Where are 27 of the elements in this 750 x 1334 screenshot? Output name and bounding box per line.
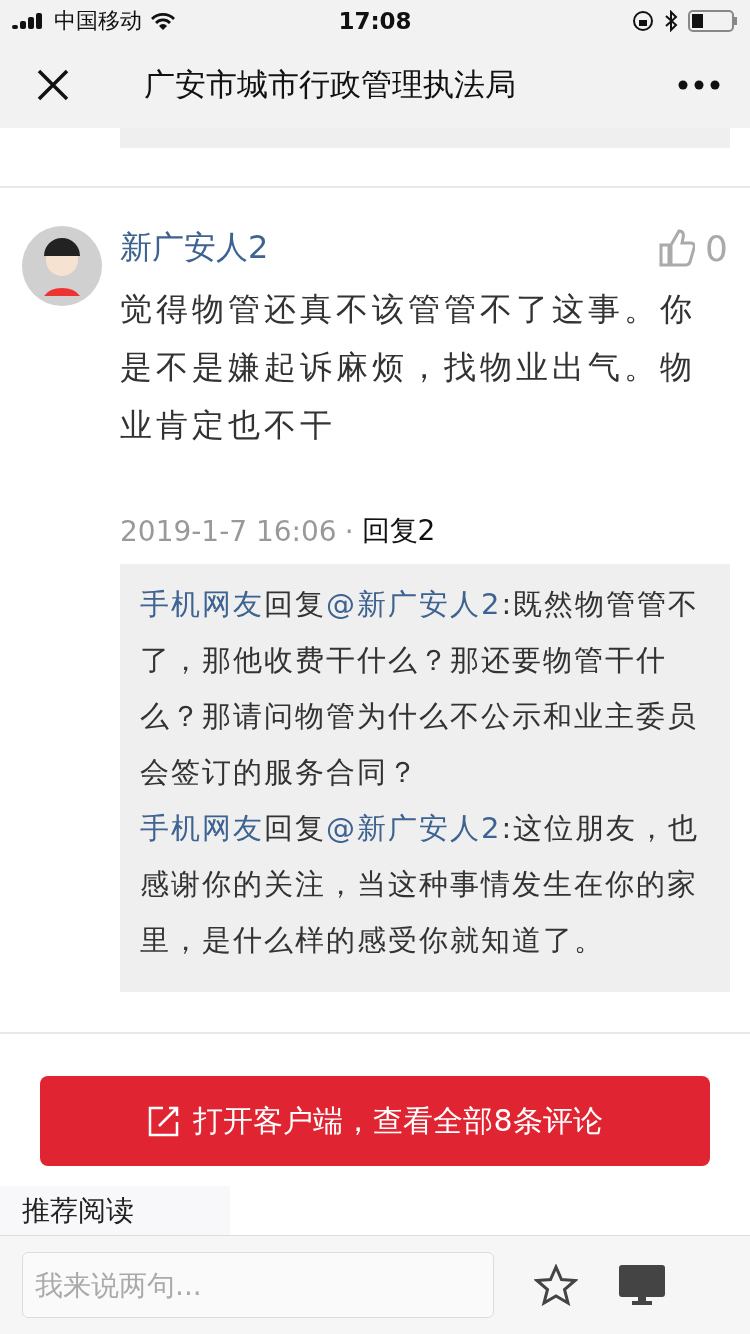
star-button[interactable] <box>534 1264 578 1306</box>
reply-text: 手机网友回复@新广安人2:这位朋友，也感谢你的关注，当这种事情发生在你的家里，是什么样的感受你就知道了。 <box>140 810 701 959</box>
comment-input[interactable]: 我来说两句... <box>22 1252 494 1318</box>
wifi-icon <box>150 11 176 31</box>
more-button[interactable] <box>678 80 720 90</box>
reply-link[interactable]: 回复2 <box>361 512 436 550</box>
clock-time: 17:08 <box>338 8 412 34</box>
page-title: 广安市城市行政管理执法局 <box>144 65 517 104</box>
comment-text: 觉得物管还真不该管管不了这事。你是不是嫌起诉麻烦，找物业出气。物业肯定也不干 <box>120 289 697 446</box>
user-link[interactable]: 手机网友 <box>140 811 264 845</box>
carrier-name: 中国移动 <box>54 7 142 35</box>
desktop-button[interactable] <box>618 1264 666 1306</box>
rotation-lock-icon <box>632 10 654 32</box>
open-app-button[interactable]: 打开客户端，查看全部8条评论 <box>40 1076 710 1166</box>
section-title: 推荐阅读 <box>22 1194 134 1227</box>
battery-icon <box>688 10 738 32</box>
thumbs-up-icon[interactable] <box>659 229 696 267</box>
close-button[interactable] <box>36 68 70 102</box>
user-link[interactable]: @新广安人2 <box>326 811 502 845</box>
reply-text: 手机网友回复@新广安人2:既然物管管不了，那他收费干什么？那还要物管干什么？那请问物管为什么不公示和业主委员会签订的服务合同？ <box>140 586 701 791</box>
like-count: 0 <box>705 227 728 269</box>
author-name[interactable]: 新广安人2 <box>120 226 269 270</box>
separator-dot: · <box>344 514 354 548</box>
user-link[interactable]: @新广安人2 <box>326 587 502 621</box>
bluetooth-icon <box>664 10 678 32</box>
user-link[interactable]: 手机网友 <box>140 587 264 621</box>
comment-time: 2019-1-7 16:06 <box>120 514 337 548</box>
